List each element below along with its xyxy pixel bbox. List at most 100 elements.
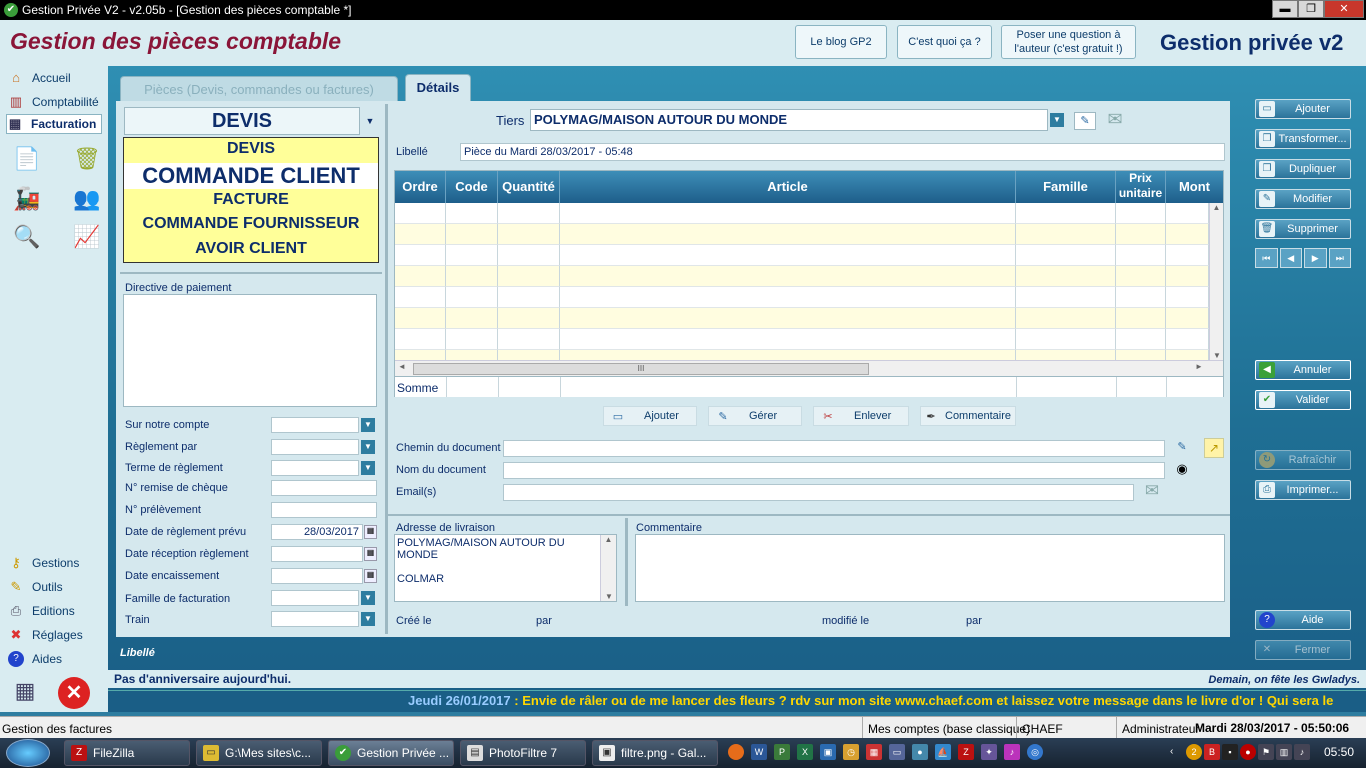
table-cell[interactable]	[395, 245, 446, 266]
table-cell[interactable]	[1116, 203, 1166, 224]
restore-button[interactable]: ❐	[1298, 0, 1324, 18]
reglement-par-select[interactable]	[271, 439, 359, 455]
chemin-input[interactable]	[503, 440, 1165, 457]
email-input[interactable]	[503, 484, 1134, 501]
tool-icon[interactable]: ✦	[981, 744, 997, 760]
table-cell[interactable]	[1116, 224, 1166, 245]
close-window-button[interactable]: ✕	[1324, 0, 1364, 18]
table-cell[interactable]	[1116, 245, 1166, 266]
last-record-icon[interactable]: ⏭	[1328, 248, 1351, 268]
aide-button[interactable]: ? Aide	[1255, 610, 1351, 630]
add-line-button[interactable]: ▭ Ajouter	[603, 406, 697, 426]
table-cell[interactable]	[498, 287, 560, 308]
table-cell[interactable]	[1166, 329, 1209, 350]
previous-record-icon[interactable]: ◀	[1279, 248, 1302, 268]
network-app-icon[interactable]: ◎	[1027, 744, 1043, 760]
next-record-icon[interactable]: ▶	[1304, 248, 1327, 268]
table-cell[interactable]	[446, 266, 498, 287]
chevron-down-icon[interactable]: ▼	[361, 591, 375, 605]
table-cell[interactable]	[560, 203, 1016, 224]
volume-icon[interactable]: ♪	[1294, 744, 1310, 760]
calendar-icon[interactable]: ▦	[364, 525, 377, 539]
annuler-button[interactable]: ◀ Annuler	[1255, 360, 1351, 380]
open-folder-icon[interactable]: ↗	[1204, 438, 1224, 458]
monitor-icon[interactable]: ▭	[889, 744, 905, 760]
vertical-scrollbar[interactable]: ▲ ▼	[1209, 203, 1223, 360]
calendar-icon[interactable]: ▦	[364, 547, 377, 561]
chevron-down-icon[interactable]: ▼	[361, 440, 375, 454]
famille-facturation-select[interactable]	[271, 590, 359, 606]
table-cell[interactable]	[446, 287, 498, 308]
nav-facturation[interactable]: ▦ Facturation	[6, 114, 102, 134]
mail-icon[interactable]: ✉	[1102, 108, 1128, 130]
word-icon[interactable]: W	[751, 744, 767, 760]
scroll-thumb[interactable]: III	[413, 363, 869, 375]
document-type-select[interactable]: DEVIS	[124, 107, 360, 135]
nav-outils[interactable]: ✎ Outils	[8, 577, 63, 597]
table-row[interactable]	[395, 308, 1209, 329]
table-cell[interactable]	[1166, 350, 1209, 360]
table-cell[interactable]	[560, 308, 1016, 329]
adresse-textarea[interactable]: POLYMAG/MAISON AUTOUR DU MONDE COLMAR ▲ …	[394, 534, 617, 602]
table-cell[interactable]	[1166, 266, 1209, 287]
sailboat-icon[interactable]: ⛵	[935, 744, 951, 760]
transformer-button[interactable]: ❐ Transformer...	[1255, 129, 1351, 149]
project-icon[interactable]: P	[774, 744, 790, 760]
table-cell[interactable]	[1116, 266, 1166, 287]
chart-icon[interactable]: 📈	[72, 222, 102, 252]
nav-editions[interactable]: ⎙ Editions	[8, 601, 75, 621]
scroll-left-icon[interactable]: ◄	[398, 362, 406, 371]
comment-line-button[interactable]: ✒ Commentaire	[920, 406, 1016, 426]
minimize-button[interactable]: ▬	[1272, 0, 1298, 18]
table-cell[interactable]	[498, 266, 560, 287]
doc-option-devis[interactable]: DEVIS	[124, 140, 378, 158]
table-cell[interactable]	[446, 224, 498, 245]
chevron-down-icon[interactable]: ▼	[1050, 113, 1064, 127]
table-cell[interactable]	[1116, 308, 1166, 329]
tray-network-icon[interactable]: ▥	[1276, 744, 1292, 760]
dupliquer-button[interactable]: ❐ Dupliquer	[1255, 159, 1351, 179]
table-cell[interactable]	[560, 245, 1016, 266]
users-icon[interactable]: 👥	[72, 184, 102, 214]
taskbar-filezilla[interactable]: Z FileZilla	[64, 740, 190, 766]
browse-icon[interactable]: ✎	[1172, 440, 1192, 457]
start-button[interactable]	[6, 739, 50, 767]
manage-line-button[interactable]: ✎ Gérer	[708, 406, 802, 426]
table-cell[interactable]	[395, 224, 446, 245]
taskbar-gestion-privee[interactable]: ✔ Gestion Privée ...	[328, 740, 454, 766]
table-body[interactable]	[395, 203, 1209, 360]
nav-gestions[interactable]: ⚷ Gestions	[8, 553, 79, 573]
table-cell[interactable]	[498, 350, 560, 360]
valider-button[interactable]: ✔ Valider	[1255, 390, 1351, 410]
table-cell[interactable]	[1166, 308, 1209, 329]
table-row[interactable]	[395, 287, 1209, 308]
col-quantite[interactable]: Quantité	[498, 171, 560, 203]
tiers-select[interactable]: POLYMAG/MAISON AUTOUR DU MONDE	[530, 109, 1048, 131]
doc-option-facture[interactable]: FACTURE	[124, 191, 378, 209]
modifier-button[interactable]: ✎ Modifier	[1255, 189, 1351, 209]
tray-device-icon[interactable]: ▪	[1222, 744, 1238, 760]
nav-reglages[interactable]: ✖ Réglages	[8, 625, 83, 645]
table-cell[interactable]	[1016, 350, 1116, 360]
people-icon[interactable]: ●	[912, 744, 928, 760]
table-cell[interactable]	[498, 224, 560, 245]
mail-icon[interactable]: ✉	[1140, 480, 1164, 502]
table-cell[interactable]	[560, 350, 1016, 360]
tray-flag-icon[interactable]: ⚑	[1258, 744, 1274, 760]
table-cell[interactable]	[1166, 287, 1209, 308]
tray-b-icon[interactable]: B	[1204, 744, 1220, 760]
rafraichir-button[interactable]: ↻ Rafraîchir	[1255, 450, 1351, 470]
col-ordre[interactable]: Ordre	[395, 171, 446, 203]
chevron-down-icon[interactable]: ▼	[361, 418, 375, 432]
table-cell[interactable]	[395, 266, 446, 287]
table-cell[interactable]	[446, 203, 498, 224]
tray-record-icon[interactable]: ●	[1240, 744, 1256, 760]
nom-doc-input[interactable]	[503, 462, 1165, 479]
date-encaissement-input[interactable]	[271, 568, 363, 584]
table-cell[interactable]	[1016, 308, 1116, 329]
paint-icon[interactable]: ▦	[866, 744, 882, 760]
quit-icon[interactable]: ✕	[58, 677, 90, 709]
table-cell[interactable]	[560, 266, 1016, 287]
libelle-input[interactable]: Pièce du Mardi 28/03/2017 - 05:48	[460, 143, 1225, 161]
clock-app-icon[interactable]: ◷	[843, 744, 859, 760]
